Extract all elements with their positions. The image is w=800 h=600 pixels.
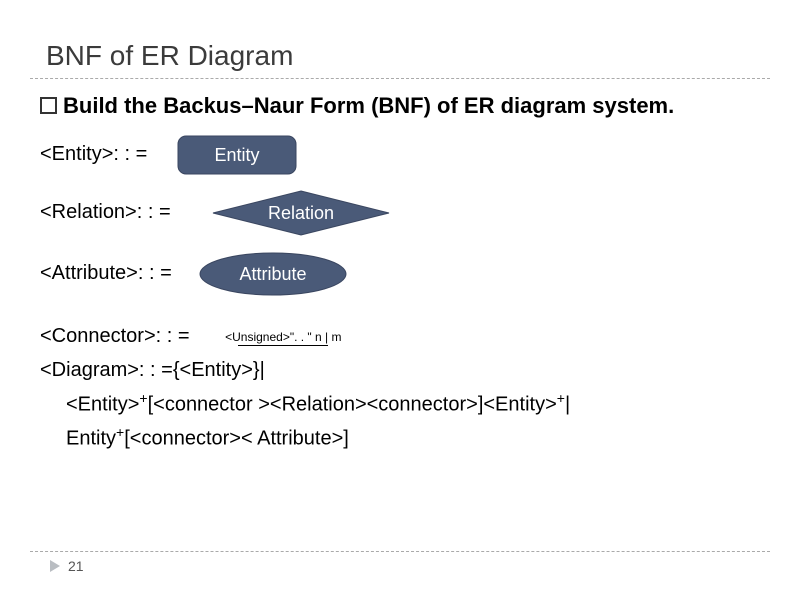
rule-attribute: <Attribute>: : = Attribute xyxy=(40,251,770,297)
connector-diagram-icon: <Unsigned>". . " n | m xyxy=(225,327,341,346)
diagram-rule: <Diagram>: : ={<Entity>}| xyxy=(40,353,770,387)
entity-shape-label: Entity xyxy=(215,145,260,165)
attribute-shape-icon: Attribute xyxy=(198,251,348,297)
rule-entity: <Entity>: : = Entity xyxy=(40,135,770,175)
footer-row: 21 xyxy=(50,558,770,574)
attribute-chain-rule: Entity+[<connector>< Attribute>] xyxy=(66,421,770,456)
nonterminal-attribute: <Attribute>: : = xyxy=(40,262,172,285)
connector-rule: <Connector>: : = <Unsigned>". . " n | m xyxy=(40,319,770,353)
nonterminal-entity: <Entity>: : = xyxy=(40,143,147,166)
entity-shape-icon: Entity xyxy=(177,135,297,175)
attr-chain-a: Entity xyxy=(66,428,116,450)
connector-label: <Unsigned>". . " n | m xyxy=(225,327,341,347)
sup-plus-icon: + xyxy=(116,424,124,440)
rule-relation: <Relation>: : = Relation xyxy=(40,189,770,237)
footer: 21 xyxy=(30,551,770,574)
entity-chain-a: <Entity> xyxy=(66,393,139,415)
nonterminal-relation: <Relation>: : = xyxy=(40,201,171,224)
footer-divider xyxy=(30,551,770,552)
slide-title: BNF of ER Diagram xyxy=(46,40,770,72)
square-bullet-icon xyxy=(40,97,57,114)
relation-shape-icon: Relation xyxy=(211,189,391,237)
relation-shape-label: Relation xyxy=(268,203,334,223)
sup-plus-icon: + xyxy=(139,390,147,406)
sup-plus-icon: + xyxy=(557,390,565,406)
title-divider xyxy=(30,78,770,79)
intro-line: Build the Backus–Naur Form (BNF) of ER d… xyxy=(40,91,770,121)
attribute-shape-label: Attribute xyxy=(239,264,306,284)
slide: BNF of ER Diagram Build the Backus–Naur … xyxy=(0,0,800,600)
footer-arrow-icon xyxy=(50,560,60,572)
entity-chain-b: [<connector ><Relation><connector>]<Enti… xyxy=(148,393,557,415)
entity-chain-c: | xyxy=(565,393,570,415)
entity-chain-rule: <Entity>+[<connector ><Relation><connect… xyxy=(66,387,770,422)
attr-chain-b: [<connector>< Attribute>] xyxy=(124,428,349,450)
intro-text: Build the Backus–Naur Form (BNF) of ER d… xyxy=(63,93,674,118)
grammar-block: <Connector>: : = <Unsigned>". . " n | m … xyxy=(40,319,770,456)
page-number: 21 xyxy=(68,558,84,574)
nonterminal-connector: <Connector>: : = xyxy=(40,325,190,347)
